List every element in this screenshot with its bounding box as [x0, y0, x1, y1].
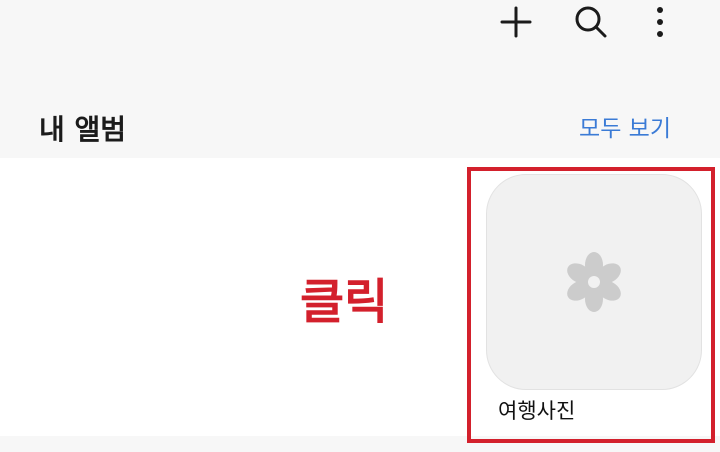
my-albums-title: 내 앨범	[39, 113, 127, 146]
highlight-box	[467, 167, 715, 443]
view-all-link[interactable]: 모두 보기	[579, 112, 671, 146]
add-album-button[interactable]	[492, 0, 540, 44]
more-vertical-icon	[657, 7, 663, 37]
search-button[interactable]	[567, 0, 615, 44]
search-icon	[575, 6, 607, 38]
more-options-button[interactable]	[636, 0, 684, 44]
app-header: 내 앨범 모두 보기	[0, 0, 720, 158]
plus-icon	[500, 6, 532, 38]
click-annotation: 클릭	[300, 274, 389, 330]
